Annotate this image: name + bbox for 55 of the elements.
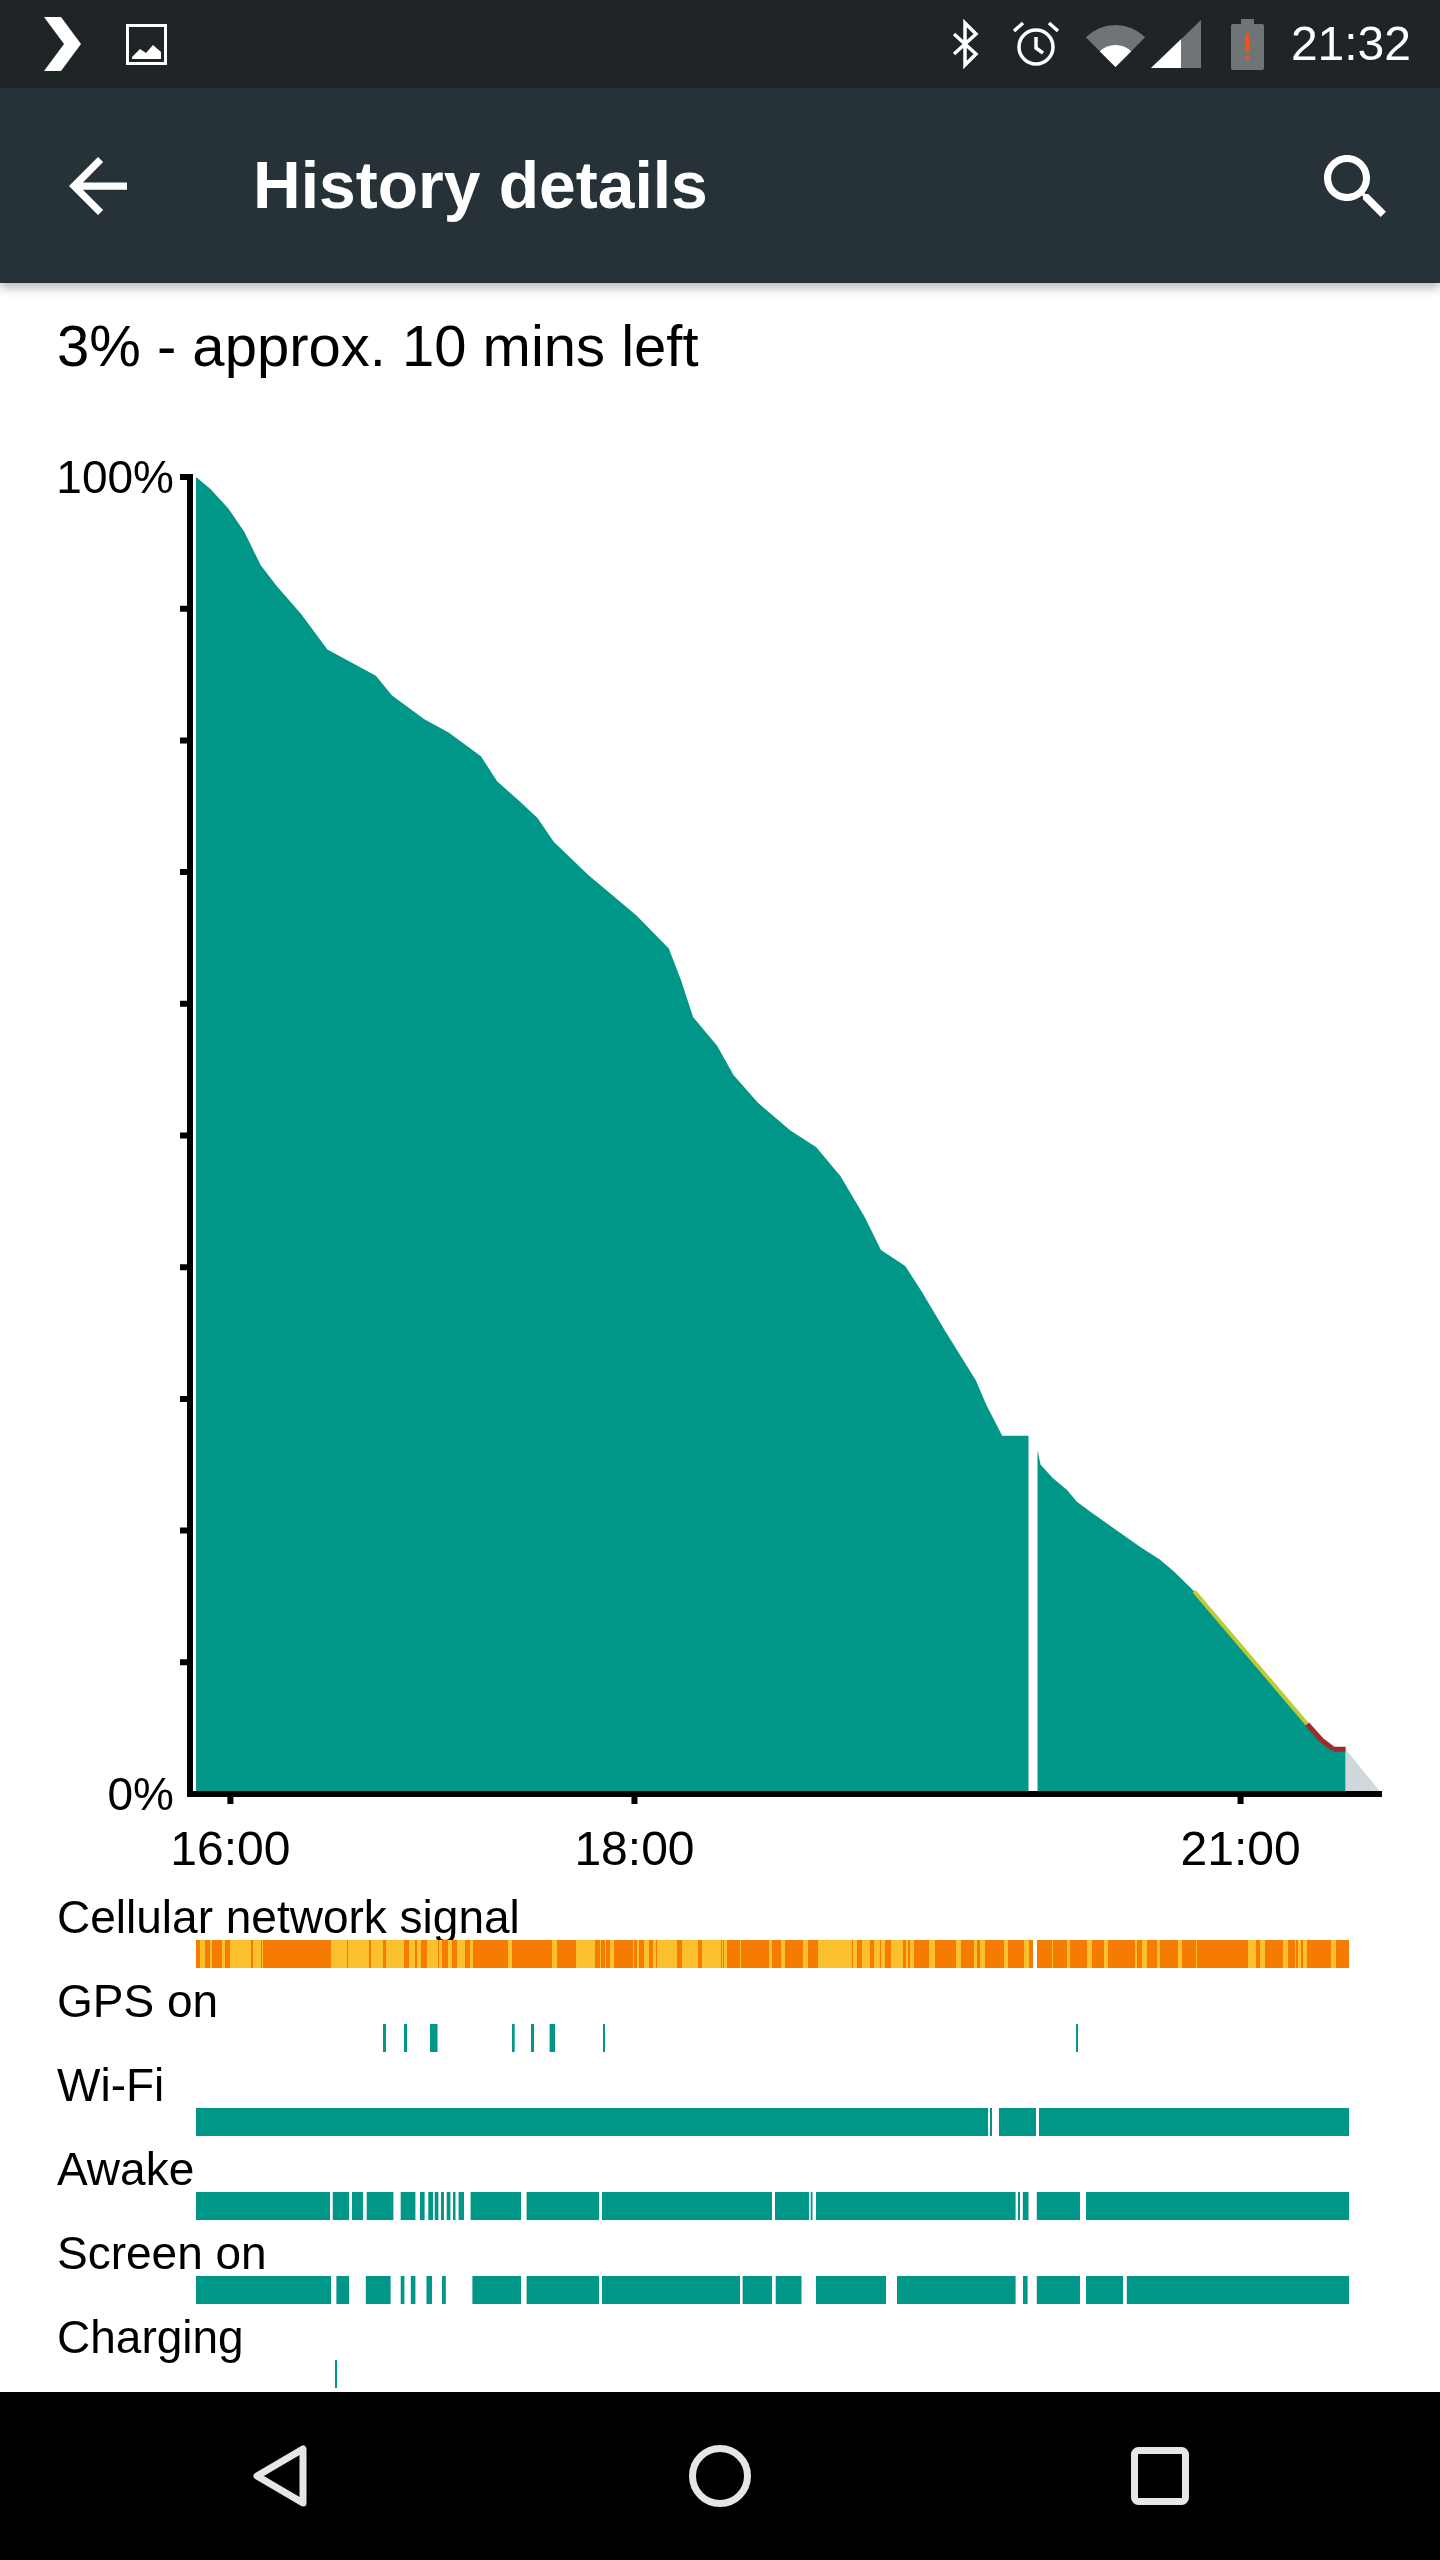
awake-segment (446, 2192, 451, 2220)
screen-on-segment (400, 2276, 405, 2304)
awake-segment (420, 2192, 425, 2220)
cell-signal-icon (1150, 20, 1201, 68)
awake-segment (1022, 2192, 1029, 2220)
gps-on-segment (531, 2024, 534, 2052)
gps-on-segment (512, 2024, 515, 2052)
screen-on-segment (365, 2276, 391, 2304)
awake-segment (366, 2192, 394, 2220)
x-tick-label: 21:00 (1180, 1822, 1301, 1875)
screen-on-segment (1036, 2276, 1080, 2304)
screen-on-segment (336, 2276, 349, 2304)
gps-on-segment (549, 2024, 555, 2052)
activity-label: Screen on (57, 2230, 267, 2276)
screen-on-segment (1086, 2276, 1123, 2304)
status-time: 21:32 (1290, 20, 1411, 68)
activity-label: GPS on (57, 1978, 219, 2024)
low-battery-icon (1230, 18, 1264, 70)
awake-segment (352, 2192, 363, 2220)
screen-on-segment (410, 2276, 416, 2304)
awake-segment (332, 2192, 349, 2220)
back-icon[interactable] (251, 2444, 309, 2508)
back-arrow-icon[interactable] (69, 156, 127, 215)
gps-on-segment (430, 2024, 438, 2052)
screen-on-segment (816, 2276, 886, 2304)
screen-on-segment (426, 2276, 432, 2304)
wifi-on-segment (999, 2108, 1036, 2136)
awake-segment (1036, 2192, 1080, 2220)
screen-on-segment (472, 2276, 521, 2304)
x-tick-label: 18:00 (574, 1822, 695, 1875)
activity-label: Awake (57, 2146, 195, 2192)
screen-title: History details (253, 146, 708, 224)
gps-on-segment (404, 2024, 407, 2052)
home-icon[interactable] (689, 2445, 751, 2507)
screen-on-segment (442, 2276, 446, 2304)
awake-segment (441, 2192, 444, 2220)
chevron-icon (44, 17, 81, 71)
screen-on-segment (775, 2276, 802, 2304)
search-icon[interactable] (1324, 154, 1386, 217)
y-tick-label: 100% (56, 451, 174, 503)
recents-icon[interactable] (1131, 2447, 1189, 2505)
image-icon (126, 23, 167, 65)
awake-segment (453, 2192, 456, 2220)
y-tick-label: 0% (107, 1768, 174, 1820)
activity-label: Wi-Fi (57, 2062, 165, 2108)
x-tick-label: 16:00 (170, 1822, 291, 1875)
awake-segment (400, 2192, 416, 2220)
alarm-clock-icon (1010, 19, 1061, 69)
screen-on-segment (1023, 2276, 1028, 2304)
activity-label: Cellular network signal (57, 1894, 520, 1940)
awake-segment (458, 2192, 464, 2220)
battery-summary: 3% - approx. 10 mins left (57, 313, 699, 379)
gps-on-segment (383, 2024, 386, 2052)
awake-segment (470, 2192, 521, 2220)
screen-on-segment (742, 2276, 772, 2304)
